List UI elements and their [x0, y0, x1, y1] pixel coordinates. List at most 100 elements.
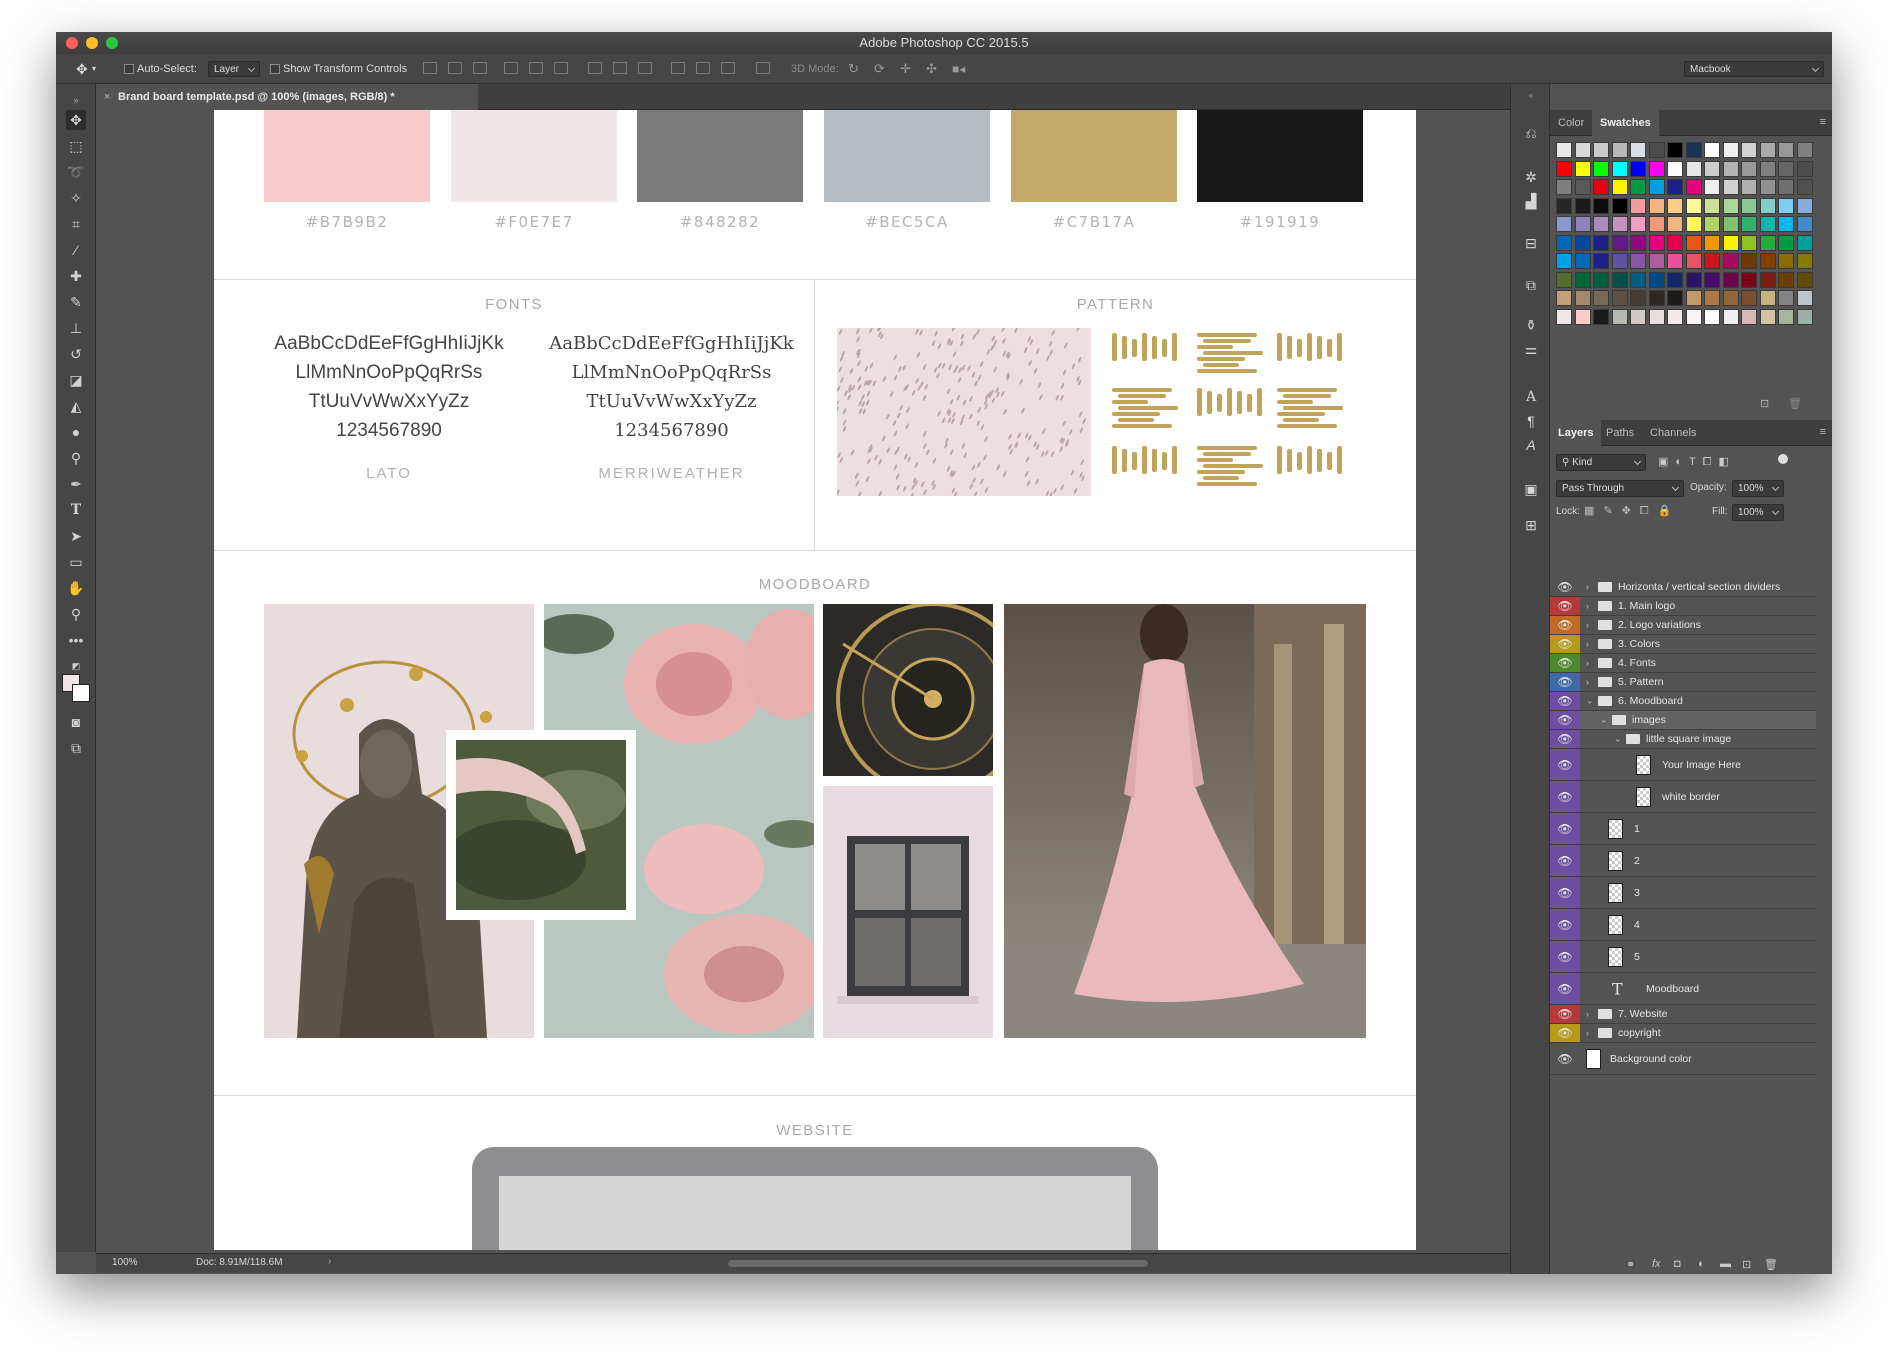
align-vertical-center-icon[interactable]	[448, 62, 462, 74]
distribute-left-icon[interactable]	[671, 62, 685, 74]
dodge-tool-icon[interactable]: ⚲	[66, 448, 86, 468]
zoom-window-button[interactable]	[106, 37, 118, 49]
swatch-chip[interactable]	[1648, 234, 1665, 251]
3d-pan-icon[interactable]: ✛	[900, 61, 911, 77]
paint-bucket-tool-icon[interactable]: ◭	[66, 396, 86, 416]
layer-row[interactable]: 👁 4	[1550, 909, 1816, 941]
horizontal-scrollbar-thumb[interactable]	[728, 1260, 1148, 1267]
swatch-chip[interactable]	[1593, 308, 1609, 325]
swatch-chip[interactable]	[1611, 271, 1628, 288]
swatch-chip[interactable]	[1759, 160, 1776, 177]
align-bottom-icon[interactable]	[473, 62, 487, 74]
swatch-chip[interactable]	[1611, 253, 1628, 269]
swatch-chip[interactable]	[1593, 290, 1609, 306]
swatch-chip[interactable]	[1556, 216, 1572, 232]
swatch-chip[interactable]	[1685, 179, 1702, 195]
align-top-icon[interactable]	[423, 62, 437, 74]
swatch-chip[interactable]	[1611, 142, 1628, 158]
swatch-chip[interactable]	[1741, 290, 1757, 306]
swatch-chip[interactable]	[1704, 308, 1720, 325]
swatch-chip[interactable]	[1648, 216, 1665, 232]
expand-caret-icon[interactable]: ›	[1586, 601, 1589, 611]
type-tool-icon[interactable]: T	[66, 500, 86, 520]
swatch-chip[interactable]	[1741, 179, 1757, 195]
swatch-chip[interactable]	[1630, 253, 1646, 269]
opacity-field[interactable]: 100%	[1732, 480, 1784, 497]
swatch-chip[interactable]	[1648, 197, 1665, 214]
swatch-chip[interactable]	[1704, 234, 1720, 251]
adjustments-icon[interactable]: ⚌	[1522, 340, 1540, 358]
swatch-chip[interactable]	[1593, 160, 1609, 177]
auto-select-dropdown[interactable]: Layer	[208, 61, 260, 77]
layer-row[interactable]: 👁 › copyright	[1550, 1024, 1816, 1043]
layer-row[interactable]: 👁 › 4. Fonts	[1550, 654, 1816, 673]
swatch-chip[interactable]	[1778, 271, 1794, 288]
blend-mode-dropdown[interactable]: Pass Through	[1556, 480, 1684, 497]
swatch-chip[interactable]	[1778, 234, 1794, 251]
layers-menu-icon[interactable]: ≡	[1820, 426, 1826, 438]
layer-row[interactable]: 👁 › Horizonta / vertical section dividers	[1550, 578, 1816, 597]
align-left-icon[interactable]	[504, 62, 518, 74]
visibility-eye-icon[interactable]: 👁	[1550, 749, 1580, 780]
visibility-eye-icon[interactable]: 👁	[1550, 1043, 1580, 1074]
swatch-chip[interactable]	[1685, 253, 1702, 269]
swatch-chip[interactable]	[1667, 234, 1683, 251]
swatches-grid[interactable]	[1556, 142, 1820, 332]
swatch-chip[interactable]	[1667, 253, 1683, 269]
brush-tool-icon[interactable]: ✎	[66, 292, 86, 312]
expand-caret-icon[interactable]: ›	[1586, 620, 1589, 630]
tab-layers[interactable]: Layers	[1550, 420, 1602, 446]
swatch-chip[interactable]	[1648, 290, 1665, 306]
visibility-eye-icon[interactable]: 👁	[1550, 781, 1580, 812]
align-right-icon[interactable]	[554, 62, 568, 74]
swatch-chip[interactable]	[1667, 160, 1683, 177]
swatch-chip[interactable]	[1556, 271, 1572, 288]
swatch-chip[interactable]	[1778, 142, 1794, 158]
distribute-vcenter-icon[interactable]	[613, 62, 627, 74]
visibility-eye-icon[interactable]: 👁	[1550, 578, 1580, 596]
swatch-chip[interactable]	[1685, 160, 1702, 177]
swatch-chip[interactable]	[1778, 197, 1794, 214]
swatch-chip[interactable]	[1759, 179, 1776, 195]
close-window-button[interactable]	[66, 37, 78, 49]
new-layer-icon[interactable]: ⊡	[1742, 1258, 1751, 1271]
visibility-eye-icon[interactable]: 👁	[1550, 635, 1580, 653]
swatch-chip[interactable]	[1667, 179, 1683, 195]
swatch-chip[interactable]	[1630, 142, 1646, 158]
3d-roll-icon[interactable]: ⟳	[874, 61, 885, 77]
swatch-chip[interactable]	[1574, 197, 1591, 214]
swatch-chip[interactable]	[1741, 271, 1757, 288]
delete-layer-icon[interactable]: 🗑	[1764, 1258, 1778, 1271]
minimize-window-button[interactable]	[86, 37, 98, 49]
delete-swatch-icon[interactable]: 🗑	[1788, 397, 1802, 410]
swatch-chip[interactable]	[1704, 160, 1720, 177]
tab-paths[interactable]: Paths	[1598, 420, 1642, 446]
clone-source-icon[interactable]: ⧉	[1522, 276, 1540, 294]
swatch-chip[interactable]	[1648, 142, 1665, 158]
swatch-chip[interactable]	[1574, 290, 1591, 306]
swatch-chip[interactable]	[1741, 142, 1757, 158]
layer-row[interactable]: 👁 5	[1550, 941, 1816, 973]
zoom-tool-icon[interactable]: ⚲	[66, 604, 86, 624]
expand-caret-icon[interactable]: ›	[1586, 677, 1589, 687]
status-menu-chevron-icon[interactable]: ›	[328, 1256, 331, 1267]
swatch-chip[interactable]	[1648, 160, 1665, 177]
swatch-chip[interactable]	[1574, 308, 1591, 325]
layer-row[interactable]: 👁 ⌄ 6. Moodboard	[1550, 692, 1816, 711]
visibility-eye-icon[interactable]: 👁	[1550, 673, 1580, 691]
layer-row[interactable]: 👁 › 1. Main logo	[1550, 597, 1816, 616]
visibility-eye-icon[interactable]: 👁	[1550, 973, 1580, 1004]
swatch-chip[interactable]	[1630, 160, 1646, 177]
swatch-chip[interactable]	[1630, 197, 1646, 214]
swatch-chip[interactable]	[1778, 216, 1794, 232]
3d-scale-icon[interactable]: ■◂	[952, 61, 965, 77]
tool-preset-chevron-icon[interactable]: ▾	[92, 61, 96, 77]
swatch-chip[interactable]	[1722, 197, 1739, 214]
swatch-chip[interactable]	[1796, 253, 1813, 269]
lock-icons[interactable]: ▦✎✥⧠🔒	[1584, 504, 1680, 518]
swatch-chip[interactable]	[1611, 216, 1628, 232]
layer-row[interactable]: 👁 white border	[1550, 781, 1816, 813]
layer-row[interactable]: 👁 3	[1550, 877, 1816, 909]
swatch-chip[interactable]	[1630, 216, 1646, 232]
swatch-chip[interactable]	[1796, 234, 1813, 251]
